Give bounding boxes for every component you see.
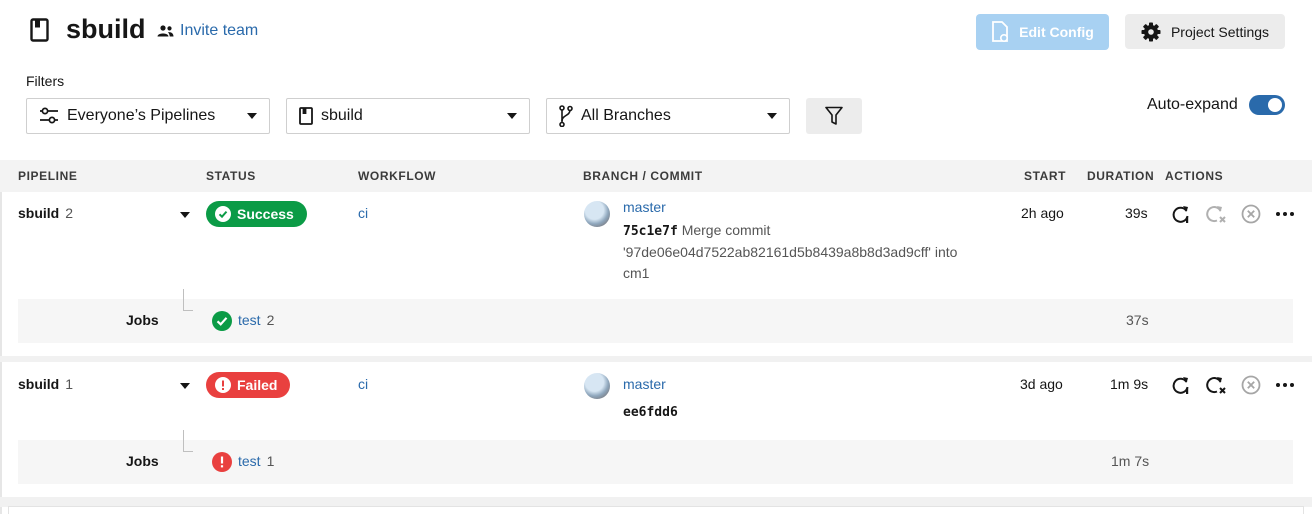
- job-duration: 37s: [1126, 312, 1149, 328]
- table-left-border: [0, 160, 2, 514]
- check-circle-icon: [215, 206, 231, 222]
- column-header-start: START: [1024, 169, 1067, 183]
- invite-team-link[interactable]: Invite team: [157, 22, 258, 40]
- duration: 1m 9s: [1110, 376, 1149, 392]
- jobs-label: Jobs: [126, 453, 159, 469]
- project-settings-button[interactable]: Project Settings: [1125, 14, 1285, 49]
- job-duration: 1m 7s: [1111, 453, 1150, 469]
- expand-chevron-icon[interactable]: [180, 383, 190, 389]
- project-book-icon: [30, 18, 49, 42]
- status-badge: Success: [206, 201, 307, 227]
- auto-expand-label: Auto-expand: [1147, 96, 1238, 113]
- expand-chevron-icon[interactable]: [180, 212, 190, 218]
- auto-expand-toggle[interactable]: [1249, 95, 1285, 115]
- commit-message-line-1: Merge commit: [681, 222, 771, 238]
- pipelines-owner-select[interactable]: Everyone’s Pipelines: [26, 98, 270, 134]
- project-book-icon: [299, 107, 313, 125]
- sliders-icon: [40, 107, 58, 124]
- gear-icon: [1141, 22, 1161, 41]
- row-separator: [0, 356, 1312, 362]
- project-select-value: sbuild: [321, 107, 363, 124]
- jobs-row: [18, 440, 1293, 484]
- branch-link[interactable]: master: [623, 376, 666, 392]
- invite-team-label: Invite team: [180, 22, 259, 39]
- job-link[interactable]: test 1: [238, 453, 274, 471]
- column-header-status: STATUS: [206, 169, 256, 183]
- pipelines-owner-value: Everyone’s Pipelines: [67, 107, 216, 124]
- status-label: Failed: [237, 377, 278, 393]
- commit-message-line-3: cm1: [623, 265, 650, 281]
- cancel-circle-icon[interactable]: [1241, 375, 1261, 395]
- more-options-icon[interactable]: [1275, 211, 1295, 217]
- branch-link[interactable]: master: [623, 199, 666, 215]
- rerun-icon[interactable]: [1171, 375, 1191, 395]
- branch-select-value: All Branches: [581, 107, 671, 124]
- jobs-row: [18, 299, 1293, 343]
- chevron-down-icon: [767, 113, 777, 119]
- more-options-icon[interactable]: [1275, 382, 1295, 388]
- commit-info: 75c1e7f Merge commit '97de06e04d7522ab82…: [623, 220, 1003, 284]
- duration: 39s: [1125, 205, 1148, 221]
- filter-button[interactable]: [806, 98, 862, 134]
- project-settings-label: Project Settings: [1170, 23, 1270, 40]
- row-actions: [1171, 375, 1295, 395]
- edit-config-button[interactable]: Edit Config: [976, 14, 1109, 50]
- column-header-duration: DURATION: [1087, 169, 1155, 183]
- avatar: [584, 373, 610, 399]
- commit-hash[interactable]: ee6fdd6: [623, 405, 678, 420]
- pipeline-name[interactable]: sbuild 2: [18, 205, 73, 223]
- job-number: 2: [266, 312, 275, 328]
- alert-circle-icon: [215, 377, 231, 393]
- pipeline-name[interactable]: sbuild 1: [18, 376, 73, 394]
- project-select[interactable]: sbuild: [286, 98, 530, 134]
- job-number: 1: [266, 453, 275, 469]
- alert-circle-icon: [212, 452, 232, 472]
- tree-connector: [183, 430, 193, 452]
- jobs-label: Jobs: [126, 312, 159, 328]
- funnel-icon: [825, 106, 843, 125]
- workflow-link[interactable]: ci: [358, 376, 368, 392]
- branch-icon: [559, 105, 573, 127]
- rerun-failed-icon[interactable]: [1205, 375, 1227, 395]
- filters-label: Filters: [26, 73, 65, 89]
- chevron-down-icon: [247, 113, 257, 119]
- check-circle-icon: [212, 311, 232, 331]
- rerun-icon[interactable]: [1171, 204, 1191, 224]
- chevron-down-icon: [507, 113, 517, 119]
- pipeline-number: 1: [65, 376, 74, 392]
- commit-hash[interactable]: 75c1e7f: [623, 224, 678, 239]
- column-header-branch-commit: BRANCH / COMMIT: [583, 169, 703, 183]
- column-header-actions: ACTIONS: [1165, 169, 1224, 183]
- edit-config-label: Edit Config: [1019, 24, 1094, 40]
- workflow-link[interactable]: ci: [358, 205, 368, 221]
- column-header-pipeline: PIPELINE: [18, 169, 78, 183]
- edit-file-icon: [992, 21, 1009, 43]
- next-row-card: [8, 506, 1304, 514]
- pipeline-number: 2: [65, 205, 74, 221]
- row-actions: [1171, 204, 1295, 224]
- toggle-knob: [1268, 98, 1282, 112]
- avatar: [584, 201, 610, 227]
- cancel-circle-icon[interactable]: [1241, 204, 1261, 224]
- page-title: sbuild: [66, 14, 146, 44]
- start-time: 3d ago: [1020, 376, 1063, 392]
- rerun-failed-icon[interactable]: [1205, 204, 1227, 224]
- team-icon: [157, 25, 174, 37]
- column-header-workflow: WORKFLOW: [358, 169, 437, 183]
- commit-message-line-2: '97de06e04d7522ab82161d5b8439a8b8d3ad9cf…: [623, 244, 958, 260]
- status-label: Success: [237, 206, 294, 222]
- start-time: 2h ago: [1021, 205, 1064, 221]
- job-link[interactable]: test 2: [238, 312, 274, 330]
- branch-select[interactable]: All Branches: [546, 98, 790, 134]
- tree-connector: [183, 289, 193, 311]
- status-badge: Failed: [206, 372, 291, 398]
